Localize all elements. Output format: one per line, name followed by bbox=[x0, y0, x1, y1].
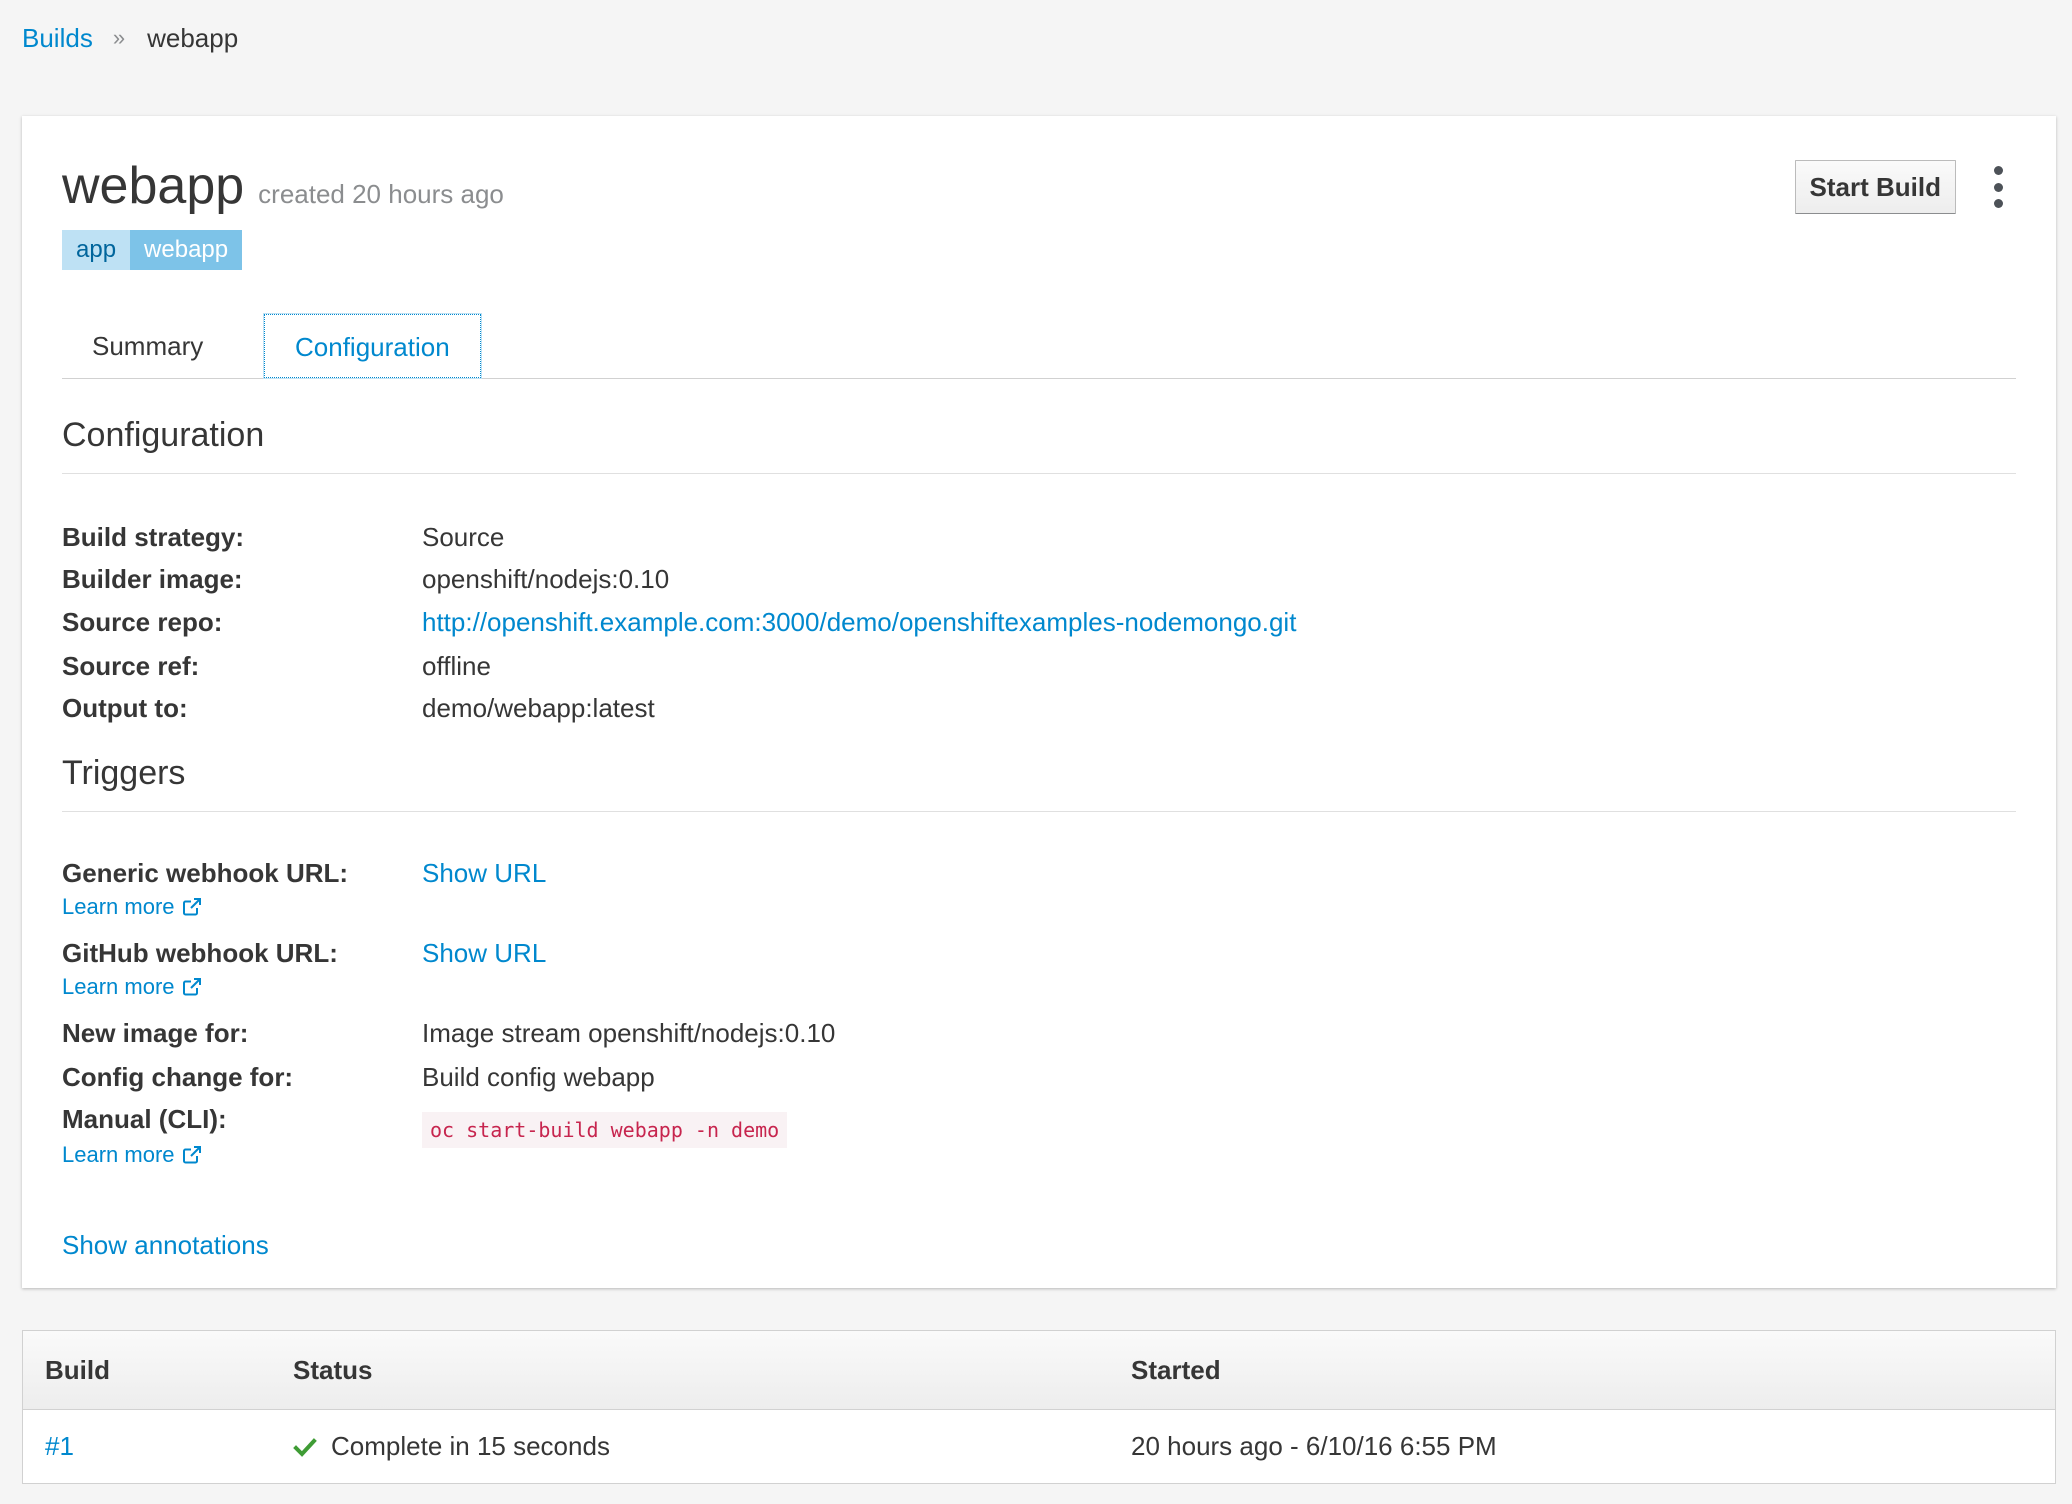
output-to-label: Output to: bbox=[62, 693, 188, 723]
source-ref-value: offline bbox=[422, 651, 491, 681]
new-image-value: Image stream openshift/nodejs:0.10 bbox=[422, 1018, 836, 1048]
external-link-icon bbox=[182, 978, 201, 996]
output-to-row: Output to: demo/webapp:latest bbox=[62, 693, 2016, 733]
learn-more-label: Learn more bbox=[62, 894, 175, 919]
build-number-link[interactable]: #1 bbox=[45, 1409, 74, 1484]
source-ref-row: Source ref: offline bbox=[62, 651, 2016, 691]
breadcrumb-separator: » bbox=[112, 25, 126, 50]
kebab-menu-icon[interactable] bbox=[1992, 166, 2004, 208]
label-tag[interactable]: app webapp bbox=[62, 230, 243, 270]
build-strategy-value: Source bbox=[422, 522, 505, 552]
source-repo-row: Source repo: http://openshift.example.co… bbox=[62, 607, 2016, 647]
manual-cli-command: oc start-build webapp -n demo bbox=[422, 1112, 788, 1148]
config-change-value: Build config webapp bbox=[422, 1062, 655, 1092]
generic-webhook-learn-more[interactable]: Learn more bbox=[62, 894, 203, 920]
table-row: #1 Complete in 15 seconds 20 hours ago -… bbox=[23, 1409, 2055, 1484]
build-status-text: Complete in 15 seconds bbox=[331, 1431, 610, 1461]
manual-cli-row: Manual (CLI): bbox=[62, 1104, 2016, 1144]
kebab-dot bbox=[1993, 199, 2003, 208]
build-strategy-label: Build strategy: bbox=[62, 522, 245, 552]
generic-webhook-show-url[interactable]: Show URL bbox=[422, 858, 546, 889]
learn-more-label: Learn more bbox=[62, 1142, 175, 1167]
github-webhook-show-url[interactable]: Show URL bbox=[422, 938, 546, 969]
github-webhook-label: GitHub webhook URL: bbox=[62, 938, 338, 968]
build-strategy-row: Build strategy: Source bbox=[62, 522, 2016, 562]
tab-configuration[interactable]: Configuration bbox=[263, 313, 482, 379]
title-row: webapp created 20 hours ago bbox=[62, 156, 504, 216]
label-value[interactable]: webapp bbox=[130, 230, 243, 270]
column-header-started[interactable]: Started bbox=[1131, 1331, 1221, 1409]
breadcrumb-builds-link[interactable]: Builds bbox=[22, 23, 93, 54]
checkmark-icon bbox=[293, 1437, 317, 1457]
build-config-card: webapp created 20 hours ago app webapp S… bbox=[22, 116, 2056, 1288]
tab-bar: Summary Configuration bbox=[62, 313, 2016, 379]
build-status: Complete in 15 seconds bbox=[293, 1409, 610, 1484]
generic-webhook-label: Generic webhook URL: bbox=[62, 858, 349, 888]
column-header-build[interactable]: Build bbox=[45, 1331, 110, 1409]
configuration-heading: Configuration bbox=[62, 416, 2016, 474]
triggers-heading: Triggers bbox=[62, 754, 2016, 812]
breadcrumb: Builds » webapp bbox=[22, 18, 238, 58]
tab-summary[interactable]: Summary bbox=[62, 314, 233, 378]
external-link-icon bbox=[182, 1146, 201, 1164]
config-change-row: Config change for: Build config webapp bbox=[62, 1062, 2016, 1102]
github-webhook-row: GitHub webhook URL: Show URL bbox=[62, 938, 2016, 978]
manual-cli-learn-more[interactable]: Learn more bbox=[62, 1142, 203, 1168]
column-header-status[interactable]: Status bbox=[293, 1331, 372, 1409]
builder-image-row: Builder image: openshift/nodejs:0.10 bbox=[62, 564, 2016, 604]
kebab-dot bbox=[1993, 166, 2003, 175]
learn-more-label: Learn more bbox=[62, 974, 175, 999]
source-repo-link[interactable]: http://openshift.example.com:3000/demo/o… bbox=[422, 607, 1296, 638]
page-title: webapp bbox=[62, 157, 245, 215]
show-annotations-link[interactable]: Show annotations bbox=[62, 1230, 269, 1261]
github-webhook-learn-more[interactable]: Learn more bbox=[62, 974, 203, 1000]
created-timestamp: created 20 hours ago bbox=[258, 179, 504, 209]
breadcrumb-current: webapp bbox=[147, 22, 239, 53]
new-image-row: New image for: Image stream openshift/no… bbox=[62, 1018, 2016, 1058]
label-key[interactable]: app bbox=[62, 230, 131, 270]
builder-image-label: Builder image: bbox=[62, 564, 243, 594]
builds-table: Build Status Started #1 Complete in 15 s… bbox=[22, 1330, 2056, 1484]
external-link-icon bbox=[182, 898, 201, 916]
generic-webhook-row: Generic webhook URL: Show URL bbox=[62, 858, 2016, 898]
builder-image-value: openshift/nodejs:0.10 bbox=[422, 564, 670, 594]
source-ref-label: Source ref: bbox=[62, 651, 200, 681]
start-build-button[interactable]: Start Build bbox=[1794, 160, 1956, 214]
config-change-label: Config change for: bbox=[62, 1062, 294, 1092]
output-to-value: demo/webapp:latest bbox=[422, 693, 655, 723]
kebab-dot bbox=[1993, 182, 2003, 192]
new-image-label: New image for: bbox=[62, 1018, 249, 1048]
manual-cli-label: Manual (CLI): bbox=[62, 1104, 227, 1134]
build-started: 20 hours ago - 6/10/16 6:55 PM bbox=[1131, 1431, 1497, 1461]
table-header: Build Status Started bbox=[23, 1331, 2055, 1410]
source-repo-label: Source repo: bbox=[62, 607, 223, 637]
